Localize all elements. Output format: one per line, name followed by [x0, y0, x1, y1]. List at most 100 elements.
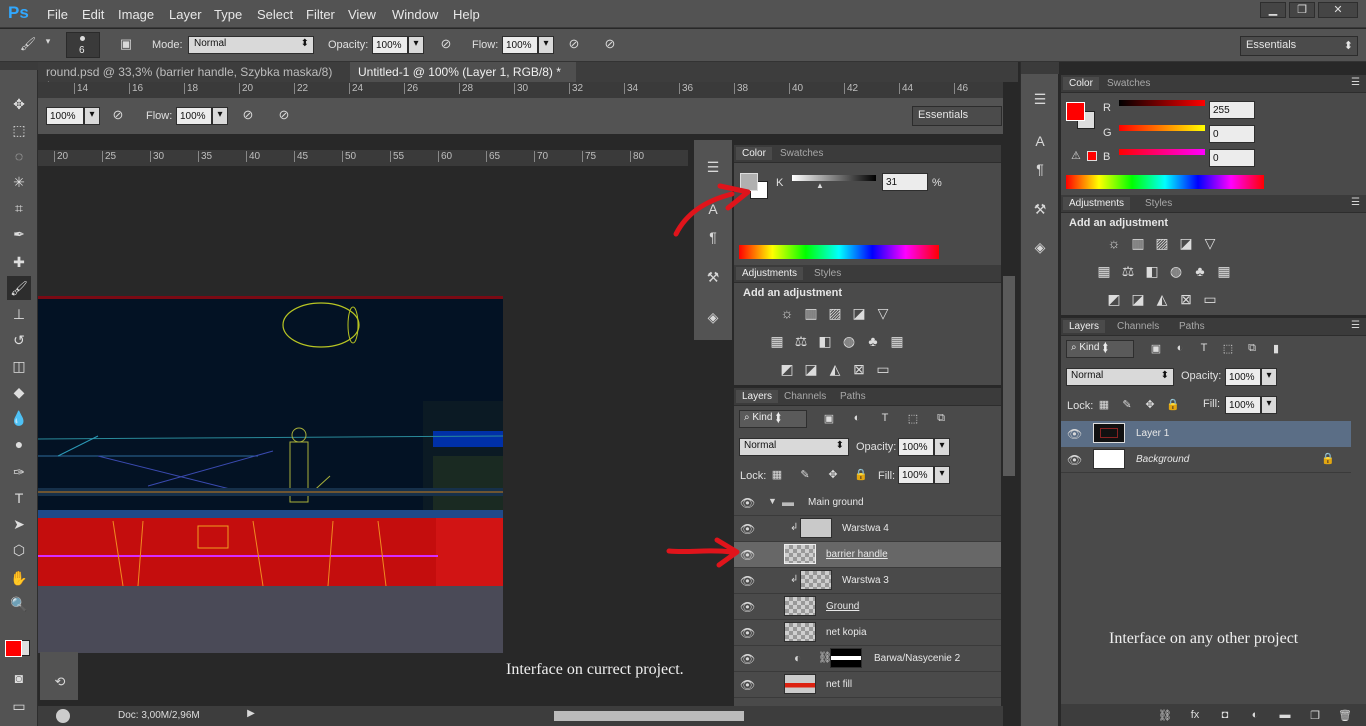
- lock-image-icon[interactable]: ✎: [1116, 398, 1138, 411]
- new-adjustment-icon[interactable]: ◐: [1244, 709, 1266, 721]
- visibility-eye-icon[interactable]: 👁: [740, 652, 755, 666]
- panel-menu-icon[interactable]: ☰: [1351, 320, 1360, 331]
- color-lookup-icon[interactable]: ▦: [1213, 263, 1235, 280]
- posterize-icon[interactable]: ◪: [800, 361, 822, 378]
- tab-color[interactable]: Color: [1063, 77, 1099, 90]
- history-brush-tool-icon[interactable]: ↺: [7, 328, 31, 352]
- visibility-eye-icon[interactable]: 👁: [740, 522, 755, 536]
- layer-warstwa-4[interactable]: 👁 ↲ Warstwa 4: [734, 516, 1001, 542]
- link-layers-icon[interactable]: ⛓: [1154, 709, 1176, 722]
- paragraph-panel-icon[interactable]: ¶: [1025, 156, 1055, 182]
- visibility-eye-icon[interactable]: 👁: [740, 574, 755, 588]
- quick-mask-icon[interactable]: ◙: [7, 666, 31, 690]
- layer-net-fill[interactable]: 👁 net fill: [734, 672, 1001, 698]
- fill-dropdown[interactable]: ▾: [1261, 396, 1277, 414]
- vibrance-icon[interactable]: ▽: [1199, 235, 1221, 252]
- adjustment-filter-icon[interactable]: ◐: [846, 412, 868, 425]
- foreground-color-swatch[interactable]: [1066, 102, 1085, 121]
- invert-icon[interactable]: ◩: [776, 361, 798, 378]
- adjustment-filter-icon[interactable]: ◐: [1169, 342, 1191, 355]
- lock-image-icon[interactable]: ✎: [794, 468, 816, 481]
- vertical-scrollbar-thumb[interactable]: [1003, 276, 1015, 476]
- menu-edit[interactable]: Edit: [82, 7, 104, 22]
- shape-filter-icon[interactable]: ⬚: [902, 412, 924, 425]
- inner-flow-field[interactable]: 100%: [176, 107, 212, 125]
- tab-untitled-1[interactable]: Untitled-1 @ 100% (Layer 1, RGB/8) * ×: [350, 62, 576, 93]
- foreground-color-swatch[interactable]: [5, 640, 22, 657]
- hue-saturation-icon[interactable]: ▦: [766, 333, 788, 350]
- pressure-size-icon[interactable]: ⊘: [274, 107, 294, 123]
- brush-panel-icon[interactable]: ▣: [116, 36, 136, 52]
- curves-icon[interactable]: ▨: [1151, 235, 1173, 252]
- blur-tool-icon[interactable]: 💧: [7, 406, 31, 430]
- threshold-icon[interactable]: ◭: [1151, 291, 1173, 308]
- opacity-field[interactable]: 100%: [898, 438, 934, 456]
- tab-round-psd[interactable]: round.psd @ 33,3% (barrier handle, Szybk…: [38, 62, 348, 93]
- magic-wand-tool-icon[interactable]: ✳: [7, 170, 31, 194]
- opacity-dropdown[interactable]: ▾: [1261, 368, 1277, 386]
- lock-all-icon[interactable]: 🔒: [850, 468, 872, 481]
- menu-view[interactable]: View: [348, 7, 376, 22]
- channel-mixer-icon[interactable]: ♣: [862, 333, 884, 350]
- menu-window[interactable]: Window: [392, 7, 438, 22]
- path-selection-tool-icon[interactable]: ➤: [7, 512, 31, 536]
- hue-saturation-icon[interactable]: ▦: [1093, 263, 1115, 280]
- exposure-icon[interactable]: ◪: [848, 305, 870, 322]
- g-slider-track[interactable]: [1119, 125, 1205, 131]
- brush-tool-icon[interactable]: 🖌: [7, 276, 31, 300]
- lock-transparent-icon[interactable]: ▦: [1093, 398, 1115, 411]
- lock-position-icon[interactable]: ✥: [822, 468, 844, 481]
- opacity-field[interactable]: 100%: [372, 36, 408, 54]
- document-canvas[interactable]: [37, 296, 504, 653]
- add-mask-icon[interactable]: ◘: [1214, 709, 1236, 721]
- blend-mode-select[interactable]: Normal ⬍: [739, 438, 849, 456]
- minimize-icon[interactable]: ▁: [1260, 2, 1286, 18]
- g-value-field[interactable]: 0: [1209, 125, 1255, 143]
- layer-warstwa-3[interactable]: 👁 ↲ Warstwa 3: [734, 568, 1001, 594]
- levels-icon[interactable]: ▥: [800, 305, 822, 322]
- k-slider-thumb[interactable]: ▲: [816, 181, 824, 190]
- channel-mixer-icon[interactable]: ♣: [1189, 263, 1211, 280]
- type-tool-icon[interactable]: T: [7, 486, 31, 510]
- zoom-tool-icon[interactable]: 🔍: [7, 592, 31, 616]
- 3d-panel-icon[interactable]: ◈: [698, 304, 728, 330]
- adjustments-panel-icon[interactable]: ☰: [1025, 86, 1055, 112]
- shape-tool-icon[interactable]: ⬡: [7, 538, 31, 562]
- visibility-eye-icon[interactable]: 👁: [740, 626, 755, 640]
- blend-mode-select[interactable]: Normal ⬍: [1066, 368, 1174, 386]
- photo-filter-icon[interactable]: ◍: [1165, 263, 1187, 280]
- menu-file[interactable]: File: [47, 7, 68, 22]
- vibrance-icon[interactable]: ▽: [872, 305, 894, 322]
- menu-select[interactable]: Select: [257, 7, 293, 22]
- layer-mask-thumbnail[interactable]: [830, 648, 862, 668]
- r-value-field[interactable]: 255: [1209, 101, 1255, 119]
- type-filter-icon[interactable]: T: [874, 412, 896, 425]
- tool-presets-icon[interactable]: ⚒: [698, 264, 728, 290]
- menu-image[interactable]: Image: [118, 7, 154, 22]
- brightness-contrast-icon[interactable]: ☼: [776, 305, 798, 322]
- tab-layers[interactable]: Layers: [736, 390, 779, 403]
- move-tool-icon[interactable]: ✥: [7, 92, 31, 116]
- lock-position-icon[interactable]: ✥: [1139, 398, 1161, 411]
- new-layer-icon[interactable]: ❐: [1304, 709, 1326, 722]
- new-group-icon[interactable]: ▬: [1274, 709, 1296, 721]
- visibility-eye-icon[interactable]: 👁: [740, 496, 755, 510]
- filter-toggle-icon[interactable]: ▮: [1265, 342, 1287, 355]
- visibility-eye-icon[interactable]: 👁: [1067, 427, 1082, 441]
- tab-paths[interactable]: Paths: [1173, 320, 1211, 333]
- close-icon[interactable]: ✕: [1318, 2, 1358, 18]
- layer-group-main-ground[interactable]: 👁 ▼ ▬ Main ground: [734, 490, 1001, 516]
- menu-filter[interactable]: Filter: [306, 7, 335, 22]
- opacity-dropdown[interactable]: ▾: [934, 438, 950, 456]
- eyedropper-tool-icon[interactable]: ✒: [7, 222, 31, 246]
- tab-paths[interactable]: Paths: [834, 390, 872, 403]
- levels-icon[interactable]: ▥: [1127, 235, 1149, 252]
- tab-swatches[interactable]: Swatches: [774, 147, 829, 160]
- restore-icon[interactable]: ❐: [1289, 2, 1315, 18]
- color-lookup-icon[interactable]: ▦: [886, 333, 908, 350]
- gradient-map-icon[interactable]: ▭: [1199, 291, 1221, 308]
- workspace-switcher[interactable]: Essentials ⬍: [1240, 36, 1358, 56]
- layer-ground[interactable]: 👁 Ground: [734, 594, 1001, 620]
- character-panel-icon[interactable]: A: [1025, 128, 1055, 154]
- curves-icon[interactable]: ▨: [824, 305, 846, 322]
